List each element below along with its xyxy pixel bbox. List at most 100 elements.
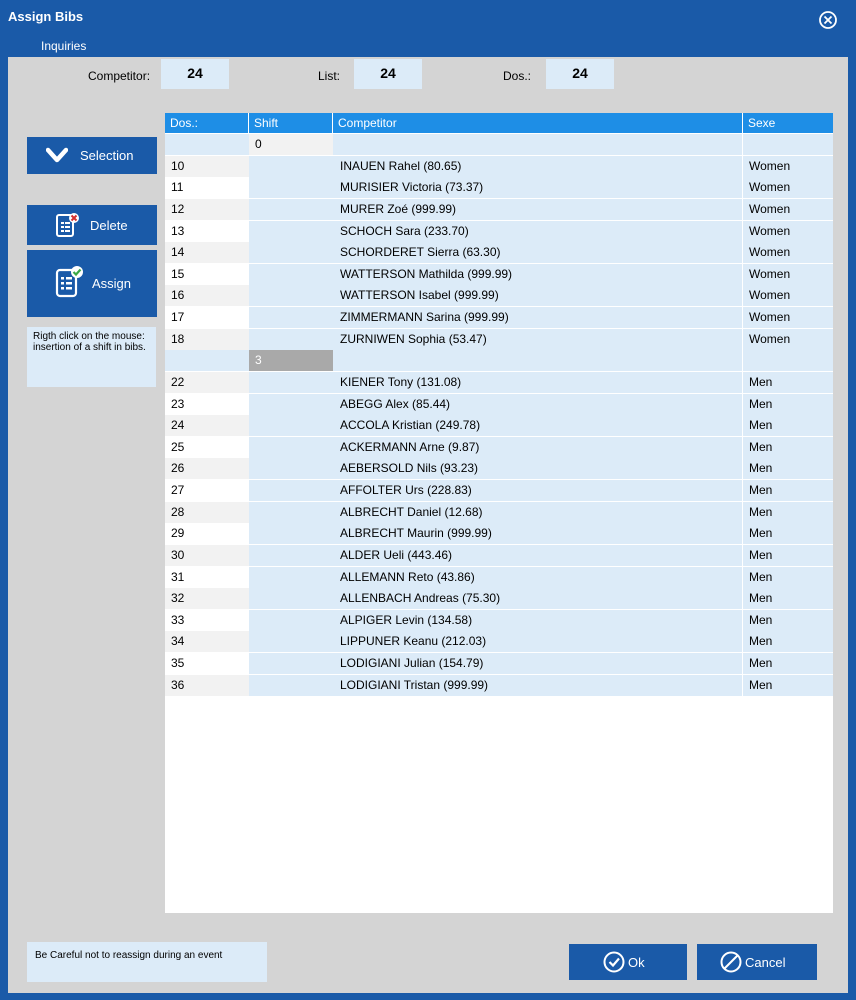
cell-competitor[interactable]: AEBERSOLD Nils (93.23) bbox=[333, 458, 742, 480]
cell-sexe[interactable]: Men bbox=[743, 653, 833, 675]
cell-sexe[interactable]: Women bbox=[743, 155, 833, 177]
cell-shift[interactable] bbox=[249, 609, 333, 631]
cell-dos[interactable]: 30 bbox=[165, 544, 249, 566]
table-row[interactable]: 27 AFFOLTER Urs (228.83) Men bbox=[165, 480, 833, 502]
cell-shift[interactable]: 0 bbox=[249, 134, 333, 155]
cell-sexe[interactable]: Men bbox=[743, 393, 833, 415]
cell-competitor[interactable]: ABEGG Alex (85.44) bbox=[333, 393, 742, 415]
cell-dos[interactable]: 32 bbox=[165, 588, 249, 610]
table-row[interactable]: 24 ACCOLA Kristian (249.78) Men bbox=[165, 415, 833, 437]
cell-sexe[interactable]: Men bbox=[743, 480, 833, 502]
cell-sexe[interactable]: Men bbox=[743, 609, 833, 631]
table-row[interactable]: 11 MURISIER Victoria (73.37) Women bbox=[165, 177, 833, 199]
cell-shift[interactable] bbox=[249, 458, 333, 480]
cell-competitor[interactable] bbox=[333, 134, 742, 155]
cell-shift[interactable] bbox=[249, 436, 333, 458]
cell-dos[interactable]: 23 bbox=[165, 393, 249, 415]
cell-competitor[interactable]: ACCOLA Kristian (249.78) bbox=[333, 415, 742, 437]
table-row[interactable]: 17 ZIMMERMANN Sarina (999.99) Women bbox=[165, 307, 833, 329]
cell-shift[interactable] bbox=[249, 480, 333, 502]
cell-sexe[interactable]: Women bbox=[743, 307, 833, 329]
cell-competitor[interactable]: ALBRECHT Daniel (12.68) bbox=[333, 501, 742, 523]
cell-shift[interactable]: 3 bbox=[249, 350, 333, 372]
cell-shift[interactable] bbox=[249, 198, 333, 220]
cell-sexe[interactable]: Men bbox=[743, 415, 833, 437]
cell-dos[interactable]: 11 bbox=[165, 177, 249, 199]
cell-competitor[interactable] bbox=[333, 350, 742, 372]
cell-dos[interactable]: 35 bbox=[165, 653, 249, 675]
cell-shift[interactable] bbox=[249, 285, 333, 307]
cell-sexe[interactable]: Women bbox=[743, 242, 833, 264]
cell-shift[interactable] bbox=[249, 631, 333, 653]
table-row[interactable]: 36 LODIGIANI Tristan (999.99) Men bbox=[165, 674, 833, 696]
cell-dos[interactable]: 12 bbox=[165, 198, 249, 220]
cell-competitor[interactable]: ALPIGER Levin (134.58) bbox=[333, 609, 742, 631]
cell-competitor[interactable]: LODIGIANI Julian (154.79) bbox=[333, 653, 742, 675]
cell-competitor[interactable]: ZURNIWEN Sophia (53.47) bbox=[333, 328, 742, 350]
cell-shift[interactable] bbox=[249, 242, 333, 264]
column-header-dos[interactable]: Dos.: bbox=[165, 113, 248, 133]
cell-dos[interactable] bbox=[165, 350, 249, 372]
cell-dos[interactable]: 17 bbox=[165, 307, 249, 329]
cell-dos[interactable]: 36 bbox=[165, 674, 249, 696]
table-row[interactable]: 28 ALBRECHT Daniel (12.68) Men bbox=[165, 501, 833, 523]
cell-competitor[interactable]: ALBRECHT Maurin (999.99) bbox=[333, 523, 742, 545]
table-row[interactable]: 10 INAUEN Rahel (80.65) Women bbox=[165, 155, 833, 177]
cancel-button[interactable]: Cancel bbox=[697, 944, 817, 980]
cell-sexe[interactable]: Men bbox=[743, 371, 833, 393]
table-row[interactable]: 31 ALLEMANN Reto (43.86) Men bbox=[165, 566, 833, 588]
cell-sexe[interactable]: Women bbox=[743, 328, 833, 350]
cell-sexe[interactable]: Women bbox=[743, 177, 833, 199]
cell-sexe[interactable]: Women bbox=[743, 285, 833, 307]
cell-shift[interactable] bbox=[249, 523, 333, 545]
table-row[interactable]: 3 bbox=[165, 350, 833, 372]
cell-sexe[interactable] bbox=[743, 350, 833, 372]
cell-sexe[interactable] bbox=[743, 134, 833, 155]
table-row[interactable]: 25 ACKERMANN Arne (9.87) Men bbox=[165, 436, 833, 458]
table-row[interactable]: 14 SCHORDERET Sierra (63.30) Women bbox=[165, 242, 833, 264]
table-row[interactable]: 35 LODIGIANI Julian (154.79) Men bbox=[165, 653, 833, 675]
cell-shift[interactable] bbox=[249, 393, 333, 415]
table-row[interactable]: 26 AEBERSOLD Nils (93.23) Men bbox=[165, 458, 833, 480]
cell-dos[interactable]: 13 bbox=[165, 220, 249, 242]
cell-shift[interactable] bbox=[249, 220, 333, 242]
table-row[interactable]: 33 ALPIGER Levin (134.58) Men bbox=[165, 609, 833, 631]
cell-shift[interactable] bbox=[249, 415, 333, 437]
table-row[interactable]: 29 ALBRECHT Maurin (999.99) Men bbox=[165, 523, 833, 545]
cell-sexe[interactable]: Men bbox=[743, 631, 833, 653]
cell-shift[interactable] bbox=[249, 307, 333, 329]
cell-dos[interactable]: 29 bbox=[165, 523, 249, 545]
cell-dos[interactable] bbox=[165, 134, 249, 155]
column-header-competitor[interactable]: Competitor bbox=[333, 113, 742, 133]
cell-shift[interactable] bbox=[249, 177, 333, 199]
cell-dos[interactable]: 33 bbox=[165, 609, 249, 631]
cell-shift[interactable] bbox=[249, 263, 333, 285]
cell-shift[interactable] bbox=[249, 155, 333, 177]
cell-sexe[interactable]: Women bbox=[743, 220, 833, 242]
cell-competitor[interactable]: WATTERSON Mathilda (999.99) bbox=[333, 263, 742, 285]
cell-shift[interactable] bbox=[249, 328, 333, 350]
cell-shift[interactable] bbox=[249, 544, 333, 566]
cell-shift[interactable] bbox=[249, 588, 333, 610]
cell-dos[interactable]: 22 bbox=[165, 371, 249, 393]
cell-competitor[interactable]: AFFOLTER Urs (228.83) bbox=[333, 480, 742, 502]
cell-dos[interactable]: 14 bbox=[165, 242, 249, 264]
cell-competitor[interactable]: ALLEMANN Reto (43.86) bbox=[333, 566, 742, 588]
table-row[interactable]: 30 ALDER Ueli (443.46) Men bbox=[165, 544, 833, 566]
cell-shift[interactable] bbox=[249, 653, 333, 675]
cell-competitor[interactable]: LODIGIANI Tristan (999.99) bbox=[333, 674, 742, 696]
table-row[interactable]: 13 SCHOCH Sara (233.70) Women bbox=[165, 220, 833, 242]
cell-sexe[interactable]: Men bbox=[743, 436, 833, 458]
cell-sexe[interactable]: Men bbox=[743, 588, 833, 610]
cell-dos[interactable]: 18 bbox=[165, 328, 249, 350]
cell-shift[interactable] bbox=[249, 501, 333, 523]
cell-sexe[interactable]: Men bbox=[743, 523, 833, 545]
cell-sexe[interactable]: Men bbox=[743, 674, 833, 696]
cell-shift[interactable] bbox=[249, 566, 333, 588]
table-row[interactable]: 18 ZURNIWEN Sophia (53.47) Women bbox=[165, 328, 833, 350]
selection-button[interactable]: Selection bbox=[27, 137, 157, 174]
cell-dos[interactable]: 31 bbox=[165, 566, 249, 588]
delete-button[interactable]: Delete bbox=[27, 205, 157, 245]
assign-button[interactable]: Assign bbox=[27, 250, 157, 317]
cell-sexe[interactable]: Men bbox=[743, 566, 833, 588]
